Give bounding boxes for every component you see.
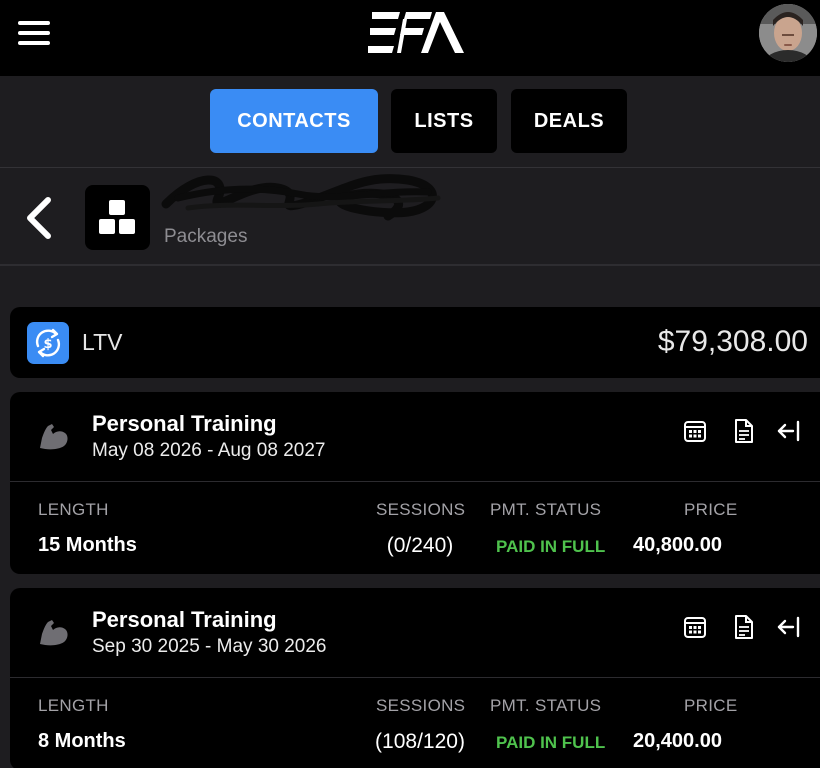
price-value: 40,800.00 bbox=[633, 534, 722, 556]
calendar-icon[interactable] bbox=[682, 614, 708, 640]
length-header: LENGTH bbox=[38, 696, 109, 715]
contact-header: Packages bbox=[0, 168, 820, 266]
price-header: PRICE bbox=[684, 696, 738, 715]
flexed-arm-icon bbox=[40, 620, 68, 646]
top-bar bbox=[0, 0, 820, 76]
sessions-value: (108/120) bbox=[375, 730, 465, 753]
sessions-header: SESSIONS bbox=[376, 500, 466, 519]
length-header: LENGTH bbox=[38, 500, 109, 519]
pmt-status-header: PMT. STATUS bbox=[490, 696, 602, 715]
pmt-status-header: PMT. STATUS bbox=[490, 500, 602, 519]
package-dates: Sep 30 2025 - May 30 2026 bbox=[92, 636, 327, 657]
sessions-header: SESSIONS bbox=[376, 696, 466, 715]
svg-text:$: $ bbox=[43, 337, 52, 352]
package-card[interactable]: Personal Training May 08 2026 - Aug 08 2… bbox=[10, 392, 820, 574]
tab-contacts[interactable]: CONTACTS bbox=[210, 89, 378, 153]
tab-deals[interactable]: DEALS bbox=[511, 89, 627, 153]
tab-lists[interactable]: LISTS bbox=[391, 89, 497, 153]
sessions-value: (0/240) bbox=[386, 534, 454, 557]
card-divider bbox=[10, 481, 820, 482]
length-value: 8 Months bbox=[38, 730, 126, 752]
main-tabs: CONTACTS LISTS DEALS bbox=[0, 76, 820, 168]
package-card[interactable]: Personal Training Sep 30 2025 - May 30 2… bbox=[10, 588, 820, 768]
ltv-label: LTV bbox=[82, 329, 123, 355]
contact-section-label: Packages bbox=[164, 226, 248, 247]
back-chevron-icon[interactable] bbox=[22, 194, 58, 242]
flexed-arm-icon bbox=[40, 424, 68, 450]
package-title: Personal Training bbox=[92, 607, 277, 632]
ltv-row: $ LTV $79,308.00 bbox=[10, 307, 820, 378]
invoice-icon[interactable] bbox=[730, 418, 756, 444]
price-header: PRICE bbox=[684, 500, 738, 519]
pmt-status-value: PAID IN FULL bbox=[496, 537, 606, 556]
hamburger-menu-icon[interactable] bbox=[18, 21, 50, 45]
money-cycle-icon: $ bbox=[27, 322, 69, 364]
card-divider bbox=[10, 677, 820, 678]
efa-logo[interactable] bbox=[366, 6, 466, 60]
calendar-icon[interactable] bbox=[682, 418, 708, 444]
package-dates: May 08 2026 - Aug 08 2027 bbox=[92, 440, 326, 461]
ltv-value: $79,308.00 bbox=[657, 325, 808, 358]
pmt-status-value: PAID IN FULL bbox=[496, 733, 606, 752]
length-value: 15 Months bbox=[38, 534, 137, 556]
user-avatar[interactable] bbox=[759, 4, 817, 62]
exit-arrow-icon[interactable] bbox=[776, 418, 802, 444]
package-boxes-icon bbox=[85, 185, 150, 250]
invoice-icon[interactable] bbox=[730, 614, 756, 640]
price-value: 20,400.00 bbox=[633, 730, 722, 752]
exit-arrow-icon[interactable] bbox=[776, 614, 802, 640]
package-title: Personal Training bbox=[92, 411, 277, 436]
